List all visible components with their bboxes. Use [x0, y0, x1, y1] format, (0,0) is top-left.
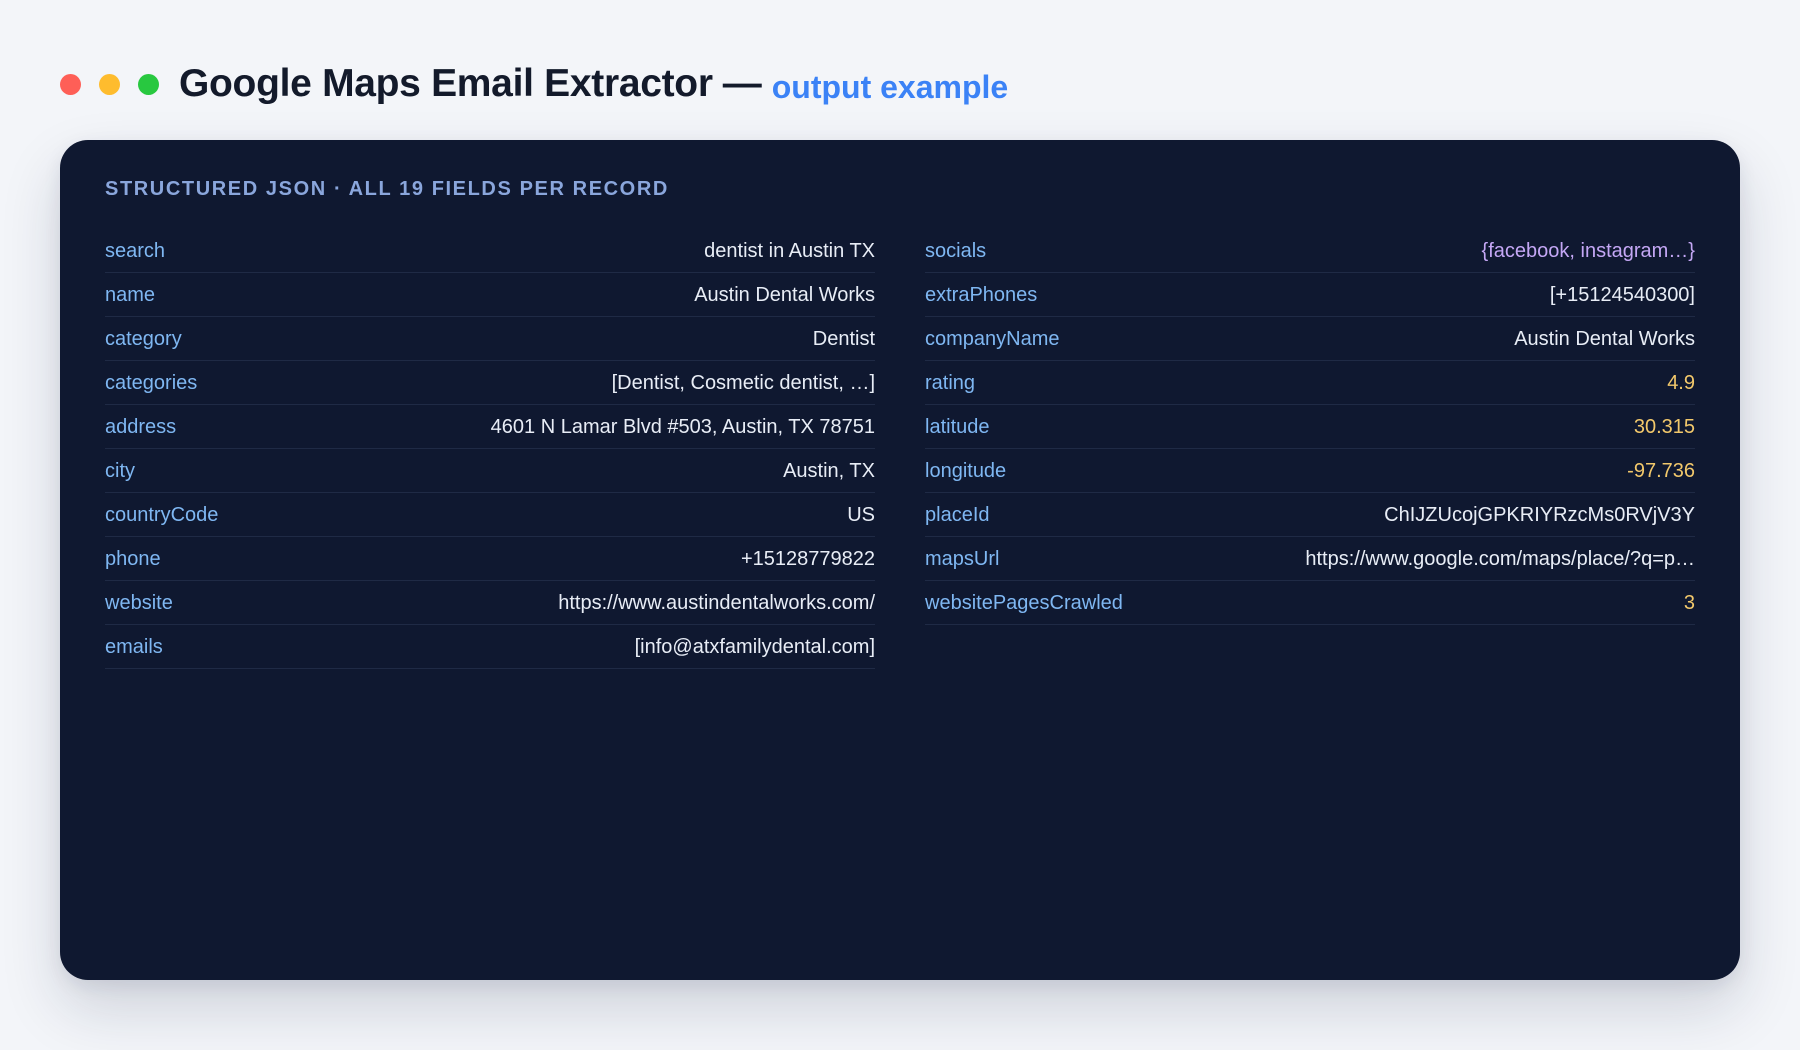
close-dot-icon[interactable]	[60, 73, 81, 95]
field-value: https://www.google.com/maps/place/?q=p…	[1305, 548, 1695, 570]
field-value: +15128779822	[740, 548, 875, 570]
field-key: emails	[105, 636, 163, 658]
field-key: phone	[105, 548, 161, 570]
field-value: Austin Dental Works	[694, 284, 875, 306]
field-value: Austin, TX	[783, 460, 875, 482]
field-row-categories: categories [Dentist, Cosmetic dentist, …]	[105, 361, 875, 405]
field-row-latitude: latitude 30.315	[925, 405, 1695, 449]
field-value: 30.315	[1633, 416, 1695, 438]
minimize-dot-icon[interactable]	[99, 73, 120, 95]
field-value: 3	[1683, 592, 1695, 614]
field-key: countryCode	[105, 504, 219, 526]
page-title: Google Maps Email Extractor	[179, 62, 713, 105]
field-key: longitude	[925, 460, 1007, 482]
field-value: 4.9	[1667, 372, 1695, 394]
field-row-search: search dentist in Austin TX	[105, 229, 875, 273]
field-value: [Dentist, Cosmetic dentist, …]	[611, 372, 875, 394]
field-row-website: website https://www.austindentalworks.com…	[105, 581, 875, 625]
field-key: address	[105, 416, 177, 438]
field-row-address: address 4601 N Lamar Blvd #503, Austin, T…	[105, 405, 875, 449]
field-row-mapsUrl: mapsUrl https://www.google.com/maps/place…	[925, 537, 1695, 581]
field-value: [info@atxfamilydental.com]	[634, 636, 875, 658]
field-row-socials: socials {facebook, instagram…}	[925, 229, 1695, 273]
field-row-countryCode: countryCode US	[105, 493, 875, 537]
field-row-longitude: longitude -97.736	[925, 449, 1695, 493]
field-key: name	[105, 284, 156, 306]
field-key: latitude	[925, 416, 990, 438]
field-key: extraPhones	[925, 284, 1038, 306]
field-key: city	[105, 460, 135, 482]
card-heading: STRUCTURED JSON · ALL 19 FIELDS PER RECO…	[105, 178, 669, 200]
maximize-dot-icon[interactable]	[138, 73, 159, 95]
field-value: 4601 N Lamar Blvd #503, Austin, TX 78751	[490, 416, 875, 438]
json-output-card: STRUCTURED JSON · ALL 19 FIELDS PER RECO…	[60, 140, 1740, 980]
field-row-phone: phone +15128779822	[105, 537, 875, 581]
field-key: socials	[925, 240, 987, 262]
field-value: [+15124540300]	[1549, 284, 1695, 306]
field-key: companyName	[925, 328, 1060, 350]
field-row-websitePagesCrawled: websitePagesCrawled 3	[925, 581, 1695, 625]
field-key: websitePagesCrawled	[925, 592, 1123, 614]
field-row-companyName: companyName Austin Dental Works	[925, 317, 1695, 361]
left-field-column: search dentist in Austin TX name Austin Den…	[105, 229, 875, 669]
field-value: Dentist	[812, 328, 875, 350]
field-value: {facebook, instagram…}	[1481, 240, 1695, 262]
field-key: rating	[925, 372, 976, 394]
field-value: https://www.austindentalworks.com/	[558, 592, 875, 614]
right-field-column: socials {facebook, instagram…} extraPhones…	[925, 229, 1695, 625]
page-subtitle: output example	[771, 68, 1009, 105]
field-value: ChIJZUcojGPKRIYRzcMs0RVjV3Y	[1384, 504, 1695, 526]
field-key: mapsUrl	[925, 548, 1000, 570]
field-value: dentist in Austin TX	[704, 240, 875, 262]
title-separator: —	[722, 62, 762, 105]
field-value: Austin Dental Works	[1514, 328, 1695, 350]
field-row-name: name Austin Dental Works	[105, 273, 875, 317]
field-key: categories	[105, 372, 198, 394]
header: Google Maps Email Extractor — output exa…	[60, 56, 1008, 112]
field-key: search	[105, 240, 166, 262]
field-row-emails: emails [info@atxfamilydental.com]	[105, 625, 875, 669]
field-key: category	[105, 328, 182, 350]
field-row-rating: rating 4.9	[925, 361, 1695, 405]
field-row-placeId: placeId ChIJZUcojGPKRIYRzcMs0RVjV3Y	[925, 493, 1695, 537]
field-value: -97.736	[1627, 460, 1695, 482]
field-key: placeId	[925, 504, 990, 526]
field-row-category: category Dentist	[105, 317, 875, 361]
field-key: website	[105, 592, 173, 614]
field-row-extraPhones: extraPhones [+15124540300]	[925, 273, 1695, 317]
field-row-city: city Austin, TX	[105, 449, 875, 493]
field-value: US	[847, 504, 875, 526]
